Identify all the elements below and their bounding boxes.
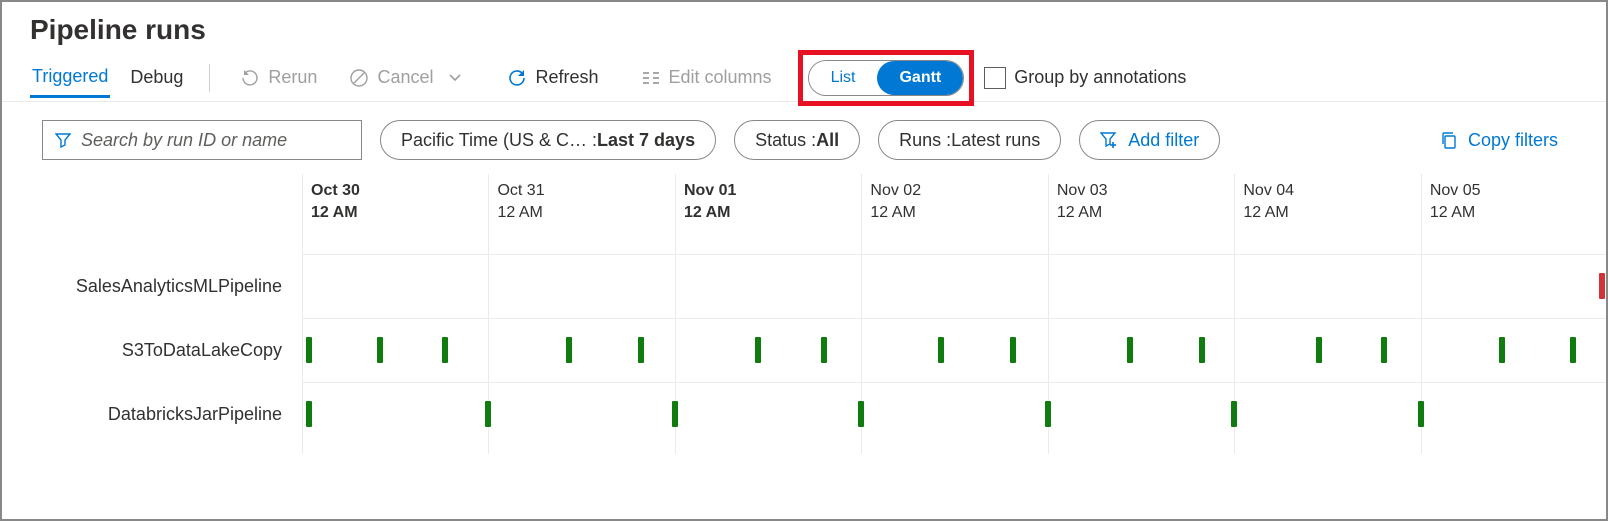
page-title: Pipeline runs [2,2,1606,54]
chevron-down-icon [445,68,465,88]
refresh-icon [507,68,527,88]
timeline-column-header: Nov 0512 AM [1430,180,1481,224]
filter-status[interactable]: Status : All [734,120,860,160]
timeline-column-header: Nov 0412 AM [1243,180,1294,224]
run-marker[interactable] [858,401,864,427]
add-filter-button[interactable]: Add filter [1079,120,1220,160]
add-filter-label: Add filter [1128,130,1199,151]
run-marker[interactable] [377,337,383,363]
filter-bar: Search by run ID or name Pacific Time (U… [2,102,1606,174]
search-placeholder: Search by run ID or name [81,130,287,151]
run-marker[interactable] [1231,401,1237,427]
group-by-annotations-checkbox[interactable]: Group by annotations [984,67,1186,89]
filter-status-value: All [816,130,839,151]
pipeline-row [302,382,1606,446]
view-tabs: Triggered Debug [30,58,185,98]
pipeline-row [302,318,1606,382]
rerun-label: Rerun [268,67,317,88]
filter-runs-label: Runs : [899,130,951,151]
timeline-column-header: Nov 0112 AM [684,180,736,224]
edit-columns-button[interactable]: Edit columns [635,63,778,92]
filter-runs[interactable]: Runs : Latest runs [878,120,1061,160]
run-marker[interactable] [672,401,678,427]
run-marker[interactable] [1045,401,1051,427]
filter-icon [55,132,71,148]
view-toggle-list[interactable]: List [809,61,878,95]
rerun-icon [240,68,260,88]
cancel-button[interactable]: Cancel [343,63,471,92]
pipeline-row-label[interactable]: DatabricksJarPipeline [2,382,282,446]
run-marker[interactable] [755,337,761,363]
pipeline-row [302,254,1606,318]
run-marker[interactable] [485,401,491,427]
pipeline-runs-panel: Pipeline runs Triggered Debug Rerun Canc… [0,0,1608,521]
run-marker[interactable] [1599,273,1605,299]
cancel-icon [349,68,369,88]
run-marker[interactable] [821,337,827,363]
run-marker[interactable] [306,401,312,427]
cancel-label: Cancel [377,67,433,88]
run-marker[interactable] [1010,337,1016,363]
refresh-label: Refresh [535,67,598,88]
copy-filters-label: Copy filters [1468,130,1558,151]
run-marker[interactable] [566,337,572,363]
refresh-button[interactable]: Refresh [501,63,604,92]
filter-runs-value: Latest runs [951,130,1040,151]
timeline-column-header: Nov 0312 AM [1057,180,1108,224]
run-marker[interactable] [1199,337,1205,363]
timeline-column-header: Oct 3012 AM [311,180,360,224]
run-marker[interactable] [306,337,312,363]
gantt-row-labels: SalesAnalyticsMLPipelineS3ToDataLakeCopy… [2,174,302,446]
filter-timerange-label: Pacific Time (US & C… : [401,130,597,151]
gantt-chart: SalesAnalyticsMLPipelineS3ToDataLakeCopy… [2,174,1606,474]
group-by-label: Group by annotations [1014,67,1186,88]
add-filter-icon [1100,131,1118,149]
copy-icon [1440,131,1458,149]
pipeline-row-label[interactable]: SalesAnalyticsMLPipeline [2,254,282,318]
timeline-column-header: Nov 0212 AM [870,180,921,224]
run-marker[interactable] [1381,337,1387,363]
filter-timerange[interactable]: Pacific Time (US & C… : Last 7 days [380,120,716,160]
divider [209,64,210,92]
checkbox-icon [984,67,1006,89]
rerun-button[interactable]: Rerun [234,63,323,92]
filter-timerange-value: Last 7 days [597,130,695,151]
tab-debug[interactable]: Debug [128,59,185,96]
run-marker[interactable] [938,337,944,363]
copy-filters-button[interactable]: Copy filters [1440,130,1578,151]
tab-triggered[interactable]: Triggered [30,58,110,98]
run-marker[interactable] [1418,401,1424,427]
edit-columns-label: Edit columns [669,67,772,88]
run-marker[interactable] [1499,337,1505,363]
search-input[interactable]: Search by run ID or name [42,120,362,160]
filter-status-label: Status : [755,130,816,151]
view-toggle: List Gantt [808,60,965,96]
toolbar: Triggered Debug Rerun Cancel Refresh [2,54,1606,102]
run-marker[interactable] [1316,337,1322,363]
run-marker[interactable] [1570,337,1576,363]
run-marker[interactable] [442,337,448,363]
view-toggle-gantt[interactable]: Gantt [877,61,963,95]
gantt-timeline[interactable]: Oct 3012 AM Oct 3112 AM Nov 0112 AM Nov 021… [302,174,1606,454]
run-marker[interactable] [638,337,644,363]
pipeline-row-label[interactable]: S3ToDataLakeCopy [2,318,282,382]
run-marker[interactable] [1127,337,1133,363]
columns-icon [641,68,661,88]
timeline-column-header: Oct 3112 AM [497,180,544,224]
